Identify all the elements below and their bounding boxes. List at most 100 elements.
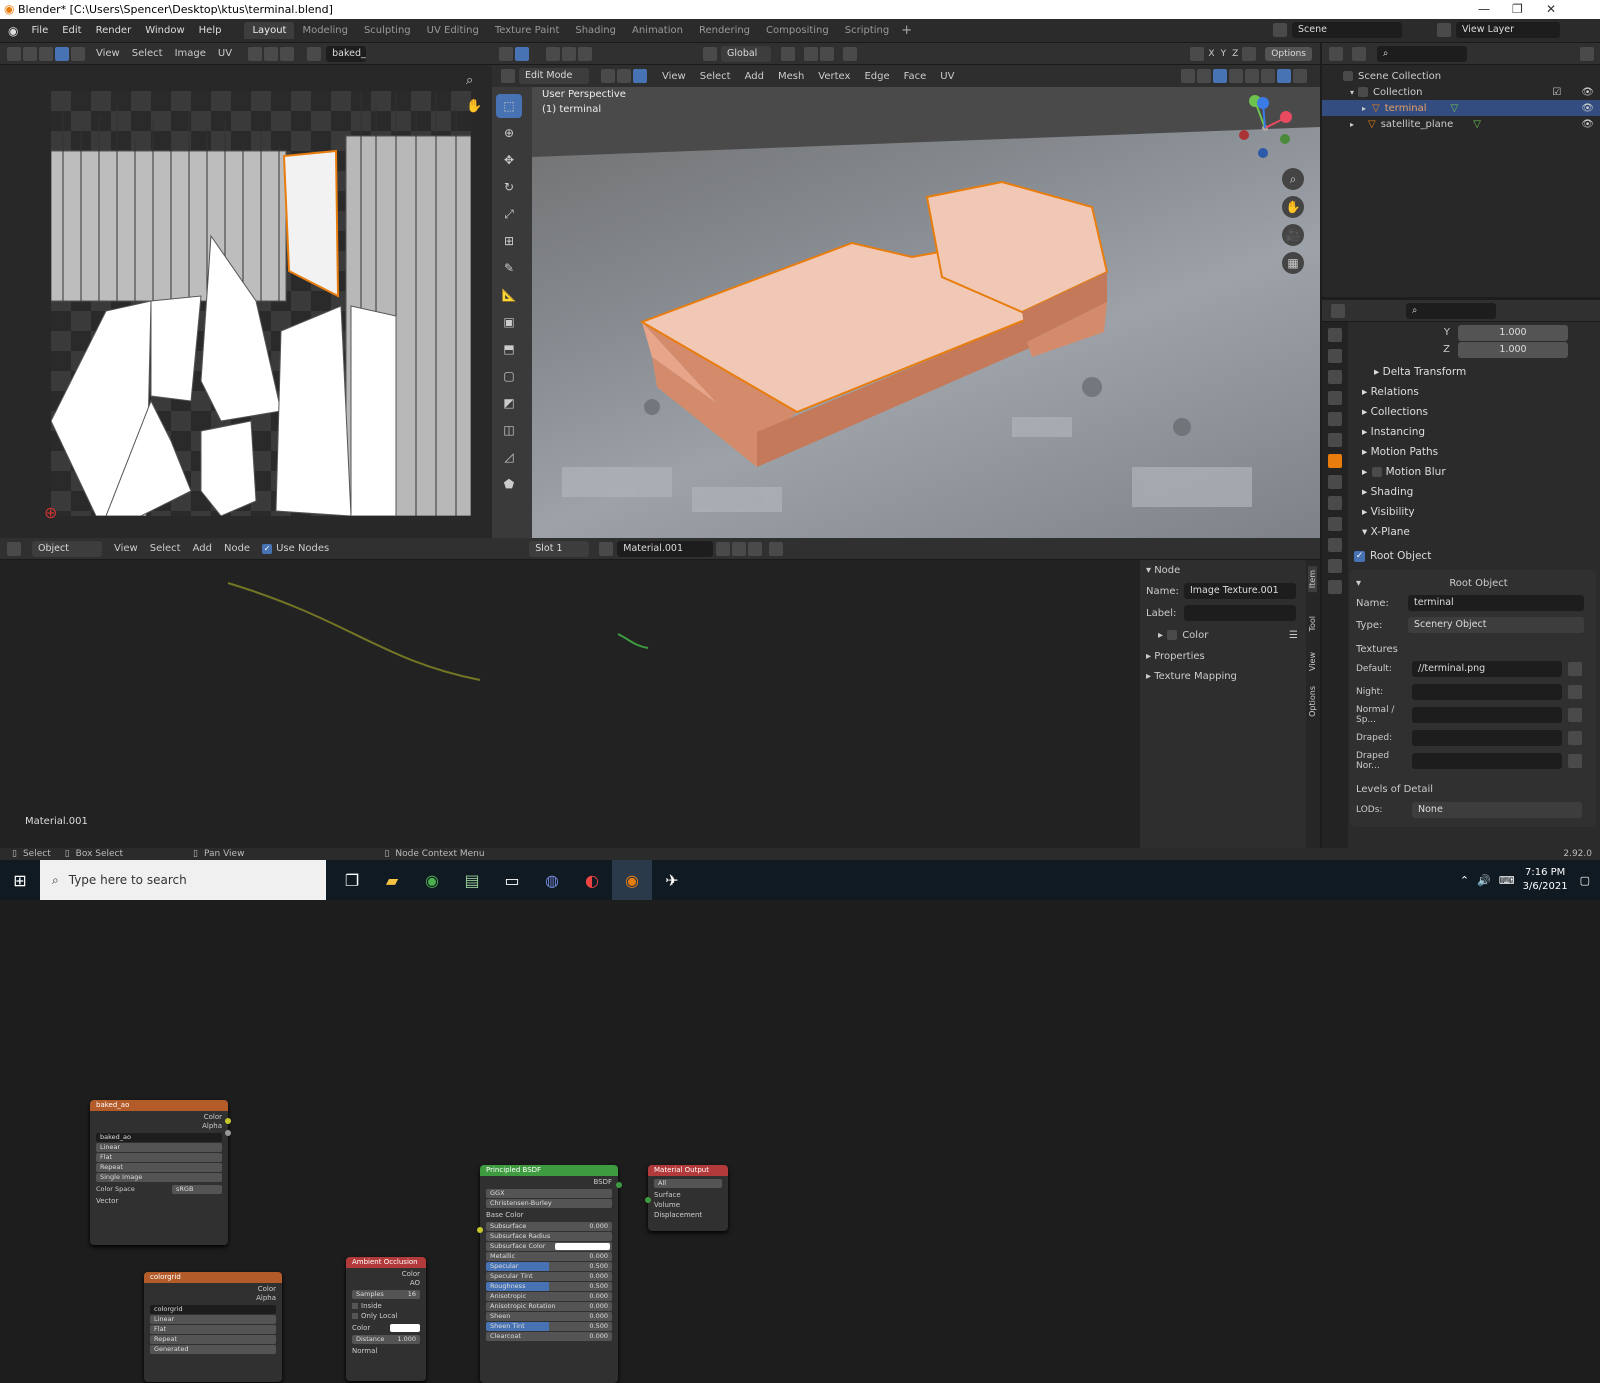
socket-color-out[interactable]: [225, 1118, 231, 1124]
mirror-icon[interactable]: [1190, 46, 1205, 61]
ortho-toggle-icon[interactable]: ▦: [1282, 252, 1304, 274]
task-view-icon[interactable]: ❐: [332, 860, 372, 900]
section-shading[interactable]: ▸ Shading: [1350, 482, 1596, 502]
vp-menu-add[interactable]: Add: [745, 71, 764, 82]
file-browse-icon[interactable]: [1568, 730, 1582, 745]
output-tab-icon[interactable]: [1328, 370, 1342, 384]
properties-type-icon[interactable]: [1331, 303, 1345, 318]
bsdf-input-row[interactable]: Subsurface 0.000: [486, 1222, 612, 1231]
lods-dropdown[interactable]: None: [1412, 802, 1582, 818]
uv-canvas[interactable]: [50, 91, 472, 517]
normal-texture-field[interactable]: [1412, 706, 1562, 723]
material-name-field[interactable]: Material.001: [617, 540, 714, 557]
sidebar-tab-tool[interactable]: Tool: [1308, 616, 1317, 632]
view-layer-name[interactable]: View Layer: [1456, 22, 1560, 38]
expand-icon[interactable]: ▸: [1362, 104, 1366, 113]
outliner-item-satellite[interactable]: ▸ ▽ satellite_plane ▽ 👁: [1322, 116, 1600, 132]
face-mode-icon[interactable]: [633, 69, 647, 83]
node-label-field[interactable]: [1184, 605, 1296, 621]
tab-rendering[interactable]: Rendering: [691, 22, 758, 39]
particles-tab-icon[interactable]: [1328, 496, 1342, 510]
section-instancing[interactable]: ▸ Instancing: [1350, 422, 1596, 442]
bevel-tool-icon[interactable]: ◩: [496, 391, 522, 415]
tray-expand-icon[interactable]: ⌃: [1460, 874, 1469, 887]
move-tool-icon[interactable]: ✥: [496, 148, 522, 172]
xray-icon[interactable]: [1229, 69, 1243, 83]
app-fs-icon[interactable]: ◐: [572, 860, 612, 900]
tool-tab-icon[interactable]: [1328, 328, 1342, 342]
night-texture-field[interactable]: [1412, 683, 1562, 700]
minimize-icon[interactable]: —: [1478, 2, 1490, 16]
material-tab-icon[interactable]: [1328, 580, 1342, 594]
unlink-material-icon[interactable]: [748, 541, 763, 556]
scene-name[interactable]: Scene: [1292, 22, 1402, 38]
snap-target-icon[interactable]: [820, 46, 834, 61]
select-mode-icon[interactable]: [39, 46, 53, 61]
collection-eye-icon[interactable]: 👁: [1581, 87, 1594, 98]
uv-menu-select[interactable]: Select: [132, 48, 163, 59]
poly-build-tool-icon[interactable]: ⬟: [496, 472, 522, 496]
windows-start-icon[interactable]: ⊞: [0, 860, 40, 900]
socket-base-color-in[interactable]: [477, 1227, 483, 1233]
color-swatch[interactable]: [555, 1243, 610, 1250]
blender-menu-icon[interactable]: ◉: [8, 24, 18, 38]
node-panel-header[interactable]: ▾ Node: [1140, 560, 1306, 580]
checkbox-icon[interactable]: [1167, 630, 1178, 640]
notifications-icon[interactable]: ▢: [1580, 874, 1590, 887]
knife-tool-icon[interactable]: ◿: [496, 445, 522, 469]
filter-icon[interactable]: [1580, 46, 1594, 61]
outliner-search[interactable]: ⌕: [1377, 45, 1467, 62]
node-interp-dropdown[interactable]: Linear: [150, 1315, 276, 1324]
node-proj-dropdown[interactable]: Flat: [150, 1325, 276, 1334]
sticky-mode-icon[interactable]: [71, 46, 85, 61]
taskbar-search-box[interactable]: ⌕ Type here to search: [40, 860, 326, 900]
name-field[interactable]: terminal: [1408, 595, 1584, 611]
menu-window[interactable]: Window: [138, 25, 191, 36]
close-icon[interactable]: ✕: [1546, 2, 1556, 16]
keyboard-icon[interactable]: ⌨: [1499, 874, 1515, 887]
collection-checkbox-icon[interactable]: ☑: [1552, 87, 1561, 98]
default-texture-field[interactable]: //terminal.png: [1412, 660, 1562, 677]
rendered-shading-icon[interactable]: [1293, 69, 1307, 83]
bsdf-input-row[interactable]: Subsurface Radius: [486, 1232, 612, 1241]
file-browse-icon[interactable]: [1568, 707, 1582, 722]
tab-uv-editing[interactable]: UV Editing: [419, 22, 487, 39]
vertex-mode-icon[interactable]: [601, 69, 615, 83]
loop-cut-tool-icon[interactable]: ◫: [496, 418, 522, 442]
node-image-field[interactable]: colorgrid: [150, 1305, 276, 1314]
section-motion-blur[interactable]: ▸ Motion Blur: [1350, 462, 1596, 482]
select-mode-extend-icon[interactable]: [562, 46, 576, 61]
tab-modeling[interactable]: Modeling: [294, 22, 356, 39]
face-select-icon[interactable]: [55, 46, 69, 61]
node-principled-bsdf[interactable]: Principled BSDF BSDF GGX Christensen-Bur…: [480, 1165, 618, 1383]
sidebar-tab-item[interactable]: Item: [1308, 566, 1317, 593]
node-menu-select[interactable]: Select: [150, 543, 181, 554]
outliner-type-icon[interactable]: [1329, 46, 1343, 61]
extrude-tool-icon[interactable]: ⬒: [496, 337, 522, 361]
world-tab-icon[interactable]: [1328, 433, 1342, 447]
pin-icon[interactable]: [769, 541, 784, 556]
bsdf-input-row[interactable]: Specular 0.500: [486, 1262, 612, 1271]
colorspace-dropdown[interactable]: sRGB: [172, 1184, 222, 1194]
view-layer-selector[interactable]: View Layer: [1436, 22, 1560, 38]
bsdf-input-row[interactable]: Metallic 0.000: [486, 1252, 612, 1261]
section-visibility[interactable]: ▸ Visibility: [1350, 502, 1596, 522]
viewport-canvas[interactable]: [532, 87, 1320, 538]
scene-selector[interactable]: Scene: [1272, 22, 1402, 38]
snap-magnet-icon[interactable]: [804, 46, 818, 61]
measure-tool-icon[interactable]: 📐: [496, 283, 522, 307]
draped-normal-field[interactable]: [1412, 752, 1562, 769]
material-browse-icon[interactable]: [599, 541, 614, 556]
bsdf-input-row[interactable]: Anisotropic Rotation 0.000: [486, 1302, 612, 1311]
output-target-dropdown[interactable]: All: [654, 1179, 722, 1188]
samples-value[interactable]: 16: [408, 1290, 416, 1299]
type-dropdown[interactable]: Scenery Object: [1408, 617, 1584, 633]
snap-icon[interactable]: [264, 46, 279, 61]
cursor-tool-icon[interactable]: ⊕: [496, 121, 522, 145]
terminal-eye-icon[interactable]: 👁: [1581, 103, 1594, 114]
uv-menu-uv[interactable]: UV: [218, 48, 232, 59]
node-menu-add[interactable]: Add: [193, 543, 212, 554]
section-relations[interactable]: ▸ Relations: [1350, 382, 1596, 402]
node-color-row[interactable]: ▸ Color ☰: [1140, 624, 1306, 646]
menu-render[interactable]: Render: [89, 25, 139, 36]
